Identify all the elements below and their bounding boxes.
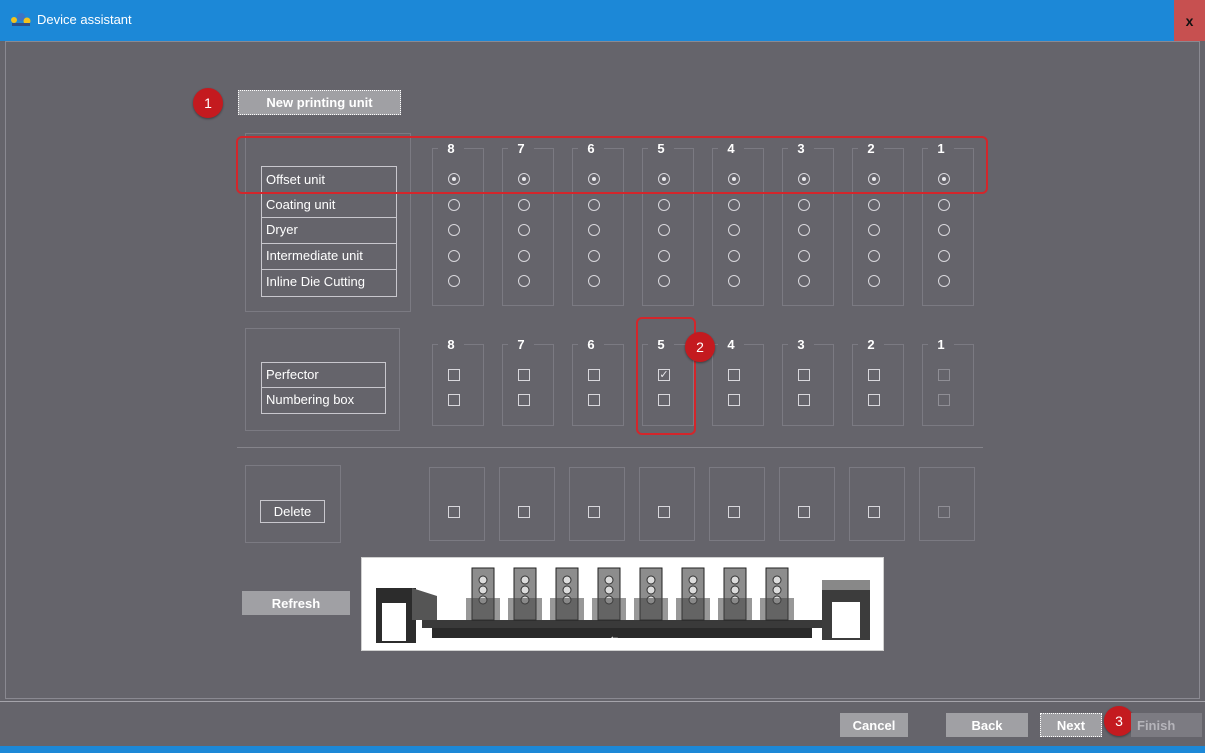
row-divider (261, 217, 396, 218)
option-checkbox[interactable] (448, 369, 460, 381)
device-assistant-icon (11, 13, 31, 26)
option-checkbox (938, 394, 950, 406)
option-checkbox[interactable] (798, 369, 810, 381)
section-divider (237, 447, 983, 448)
printing-press-diagram: ⇦ (361, 557, 884, 651)
option-checkbox[interactable] (588, 394, 600, 406)
unit-radio[interactable] (798, 249, 810, 262)
unit-radio[interactable] (518, 198, 530, 211)
delete-column-panel (569, 467, 625, 541)
delete-checkbox[interactable] (728, 506, 740, 518)
option-column-header: 7 (508, 337, 534, 352)
option-column-panel (922, 344, 974, 426)
unit-radio[interactable] (868, 249, 880, 262)
row-divider (261, 243, 396, 244)
unit-radio[interactable] (658, 249, 670, 262)
unit-row-label: Coating unit (266, 197, 336, 212)
unit-row-label: Inline Die Cutting (266, 274, 365, 289)
option-column-header: 2 (858, 337, 884, 352)
option-checkbox[interactable] (868, 394, 880, 406)
refresh-button[interactable]: Refresh (242, 591, 350, 615)
printing-press-icon: ⇦ (376, 567, 870, 645)
svg-text:⇦: ⇦ (610, 634, 618, 645)
option-checkbox[interactable] (518, 369, 530, 381)
unit-radio[interactable] (658, 198, 670, 211)
option-checkbox (938, 369, 950, 381)
step-marker-3: 3 (1104, 706, 1134, 736)
option-column-panel (712, 344, 764, 426)
close-button[interactable]: x (1174, 0, 1205, 41)
option-column-panel (502, 344, 554, 426)
title-bar: Device assistant x (0, 0, 1205, 41)
step-marker-1: 1 (193, 88, 223, 118)
delete-checkbox (938, 506, 950, 518)
option-column-header: 6 (578, 337, 604, 352)
unit-radio[interactable] (728, 198, 740, 211)
unit-radio[interactable] (588, 198, 600, 211)
column-5-highlight (636, 317, 696, 435)
footer-divider (0, 701, 1205, 702)
delete-column-panel (429, 467, 485, 541)
option-column-panel (572, 344, 624, 426)
delete-column-panel (499, 467, 555, 541)
next-button[interactable]: Next (1040, 713, 1102, 737)
option-checkbox[interactable] (728, 369, 740, 381)
step-marker-2: 2 (685, 332, 715, 362)
offset-row-highlight (236, 136, 988, 194)
window-title: Device assistant (37, 12, 132, 27)
unit-radio[interactable] (728, 249, 740, 262)
option-checkbox[interactable] (728, 394, 740, 406)
delete-button[interactable]: Delete (260, 500, 325, 523)
unit-radio[interactable] (798, 198, 810, 211)
delete-column-panel (849, 467, 905, 541)
cancel-button[interactable]: Cancel (840, 713, 908, 737)
option-column-panel (782, 344, 834, 426)
finish-button[interactable]: Finish (1131, 713, 1202, 737)
delete-checkbox[interactable] (518, 506, 530, 518)
unit-radio[interactable] (868, 198, 880, 211)
option-column-panel (852, 344, 904, 426)
option-row-label: Perfector (266, 367, 319, 382)
option-checkbox[interactable] (588, 369, 600, 381)
unit-radio[interactable] (938, 249, 950, 262)
option-row-label: Numbering box (266, 392, 355, 407)
delete-checkbox[interactable] (448, 506, 460, 518)
new-printing-unit-button[interactable]: New printing unit (238, 90, 401, 115)
option-column-header: 8 (438, 337, 464, 352)
unit-radio[interactable] (588, 249, 600, 262)
unit-radio[interactable] (448, 198, 460, 211)
close-icon: x (1185, 12, 1194, 29)
row-divider (261, 387, 385, 388)
delete-column-panel (779, 467, 835, 541)
delete-column-panel (639, 467, 695, 541)
delete-checkbox[interactable] (798, 506, 810, 518)
option-column-panel (432, 344, 484, 426)
unit-row-label: Dryer (266, 222, 298, 237)
delete-checkbox[interactable] (658, 506, 670, 518)
delete-checkbox[interactable] (588, 506, 600, 518)
back-button[interactable]: Back (946, 713, 1028, 737)
option-column-header: 1 (928, 337, 954, 352)
delete-checkbox[interactable] (868, 506, 880, 518)
delete-column-panel (709, 467, 765, 541)
bottom-strip (0, 746, 1205, 753)
option-checkbox[interactable] (518, 394, 530, 406)
option-checkbox[interactable] (448, 394, 460, 406)
unit-radio[interactable] (938, 198, 950, 211)
row-divider (261, 269, 396, 270)
unit-radio[interactable] (448, 249, 460, 262)
option-column-header: 4 (718, 337, 744, 352)
option-column-header: 3 (788, 337, 814, 352)
unit-radio[interactable] (518, 249, 530, 262)
option-checkbox[interactable] (798, 394, 810, 406)
unit-row-label: Intermediate unit (266, 248, 363, 263)
delete-column-panel (919, 467, 975, 541)
option-checkbox[interactable] (868, 369, 880, 381)
